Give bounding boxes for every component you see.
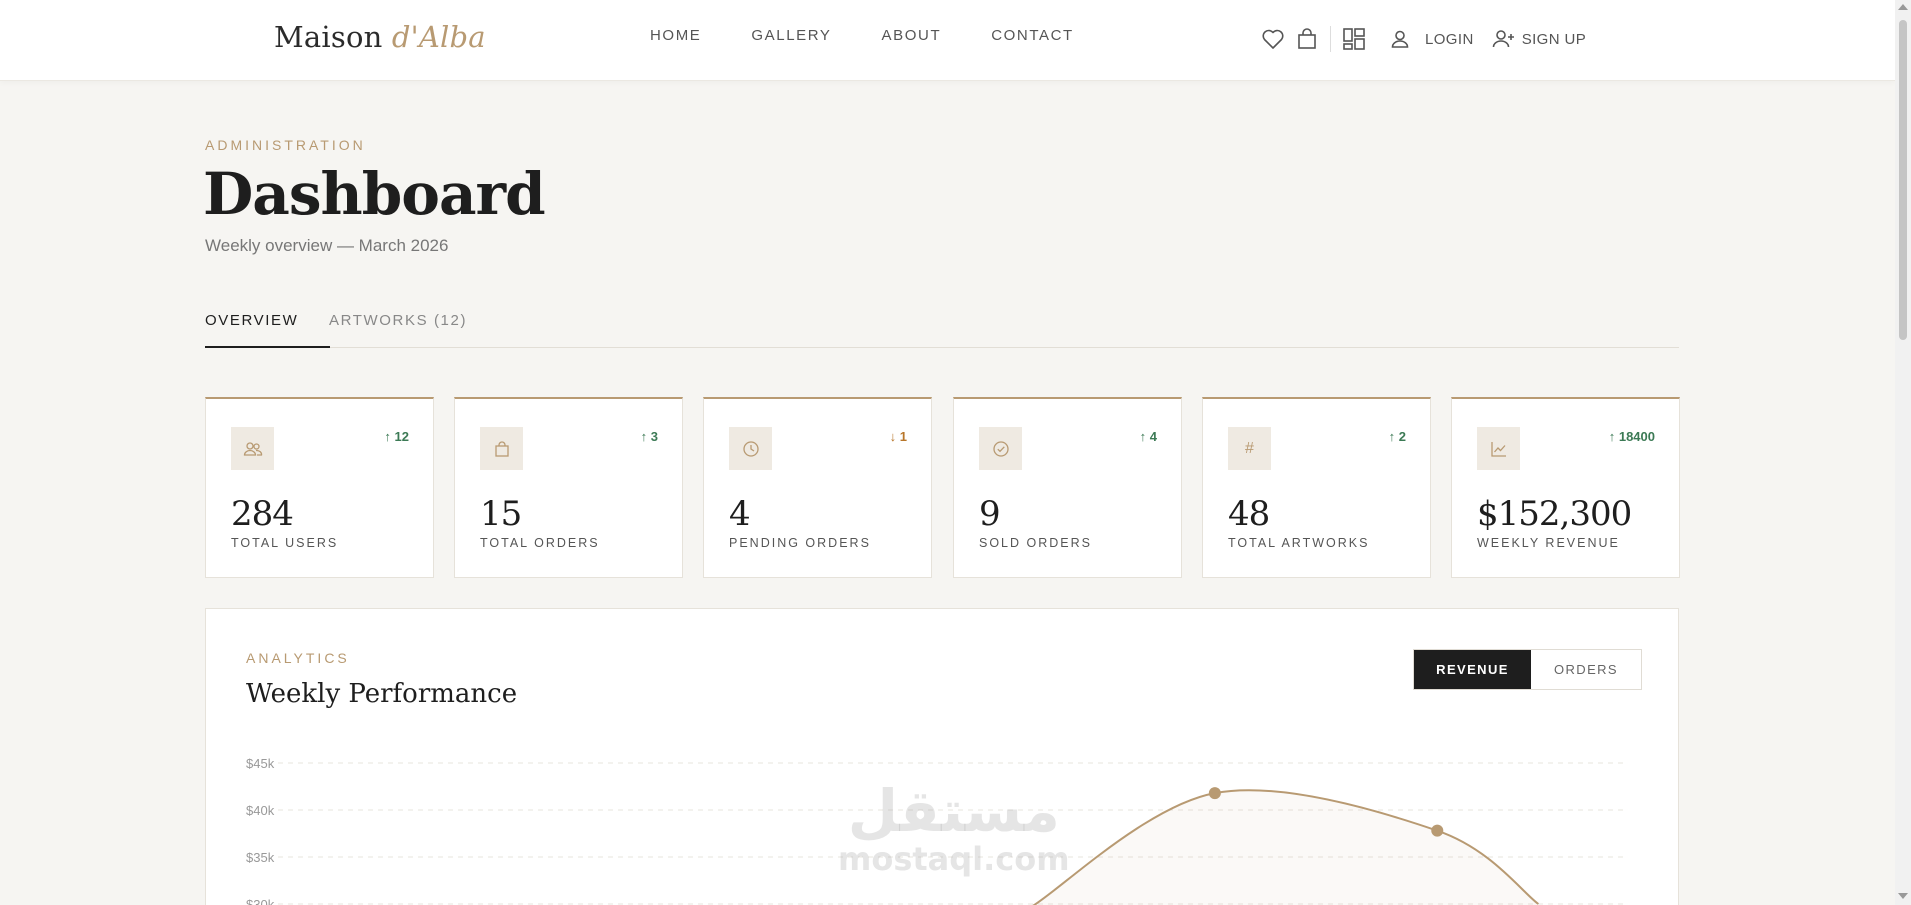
stat-value: 15 — [480, 494, 522, 534]
y-tick-label: $35k — [246, 850, 275, 865]
users-icon — [231, 427, 274, 470]
data-point[interactable] — [1208, 787, 1221, 800]
signup-link[interactable]: SIGN UP — [1492, 29, 1586, 49]
stat-delta: ↑ 18400 — [1608, 429, 1655, 444]
stat-delta: ↑ 12 — [384, 429, 409, 444]
stat-value: $152,300 — [1477, 494, 1632, 534]
scroll-down-arrow-icon[interactable] — [1898, 893, 1908, 899]
login-link[interactable]: LOGIN — [1425, 31, 1474, 48]
page-eyebrow: ADMINISTRATION — [205, 137, 366, 153]
nav-gallery[interactable]: GALLERY — [751, 27, 831, 44]
stat-label: WEEKLY REVENUE — [1477, 536, 1620, 550]
stat-value: 284 — [231, 494, 294, 534]
stat-card-total-artworks: # ↑ 2 48 TOTAL ARTWORKS — [1202, 397, 1431, 578]
y-tick-label: $30k — [246, 897, 275, 905]
signup-label: SIGN UP — [1521, 30, 1587, 48]
bag-icon[interactable] — [1290, 22, 1324, 56]
stat-label: PENDING ORDERS — [729, 536, 871, 550]
stat-label: TOTAL USERS — [231, 536, 339, 550]
main-nav: HOME GALLERY ABOUT CONTACT — [650, 27, 1074, 44]
grid-icon[interactable] — [1337, 22, 1371, 56]
y-tick-label: $45k — [246, 756, 275, 771]
scroll-up-arrow-icon[interactable] — [1898, 4, 1908, 10]
stat-value: 9 — [979, 494, 1001, 534]
stat-label: TOTAL ARTWORKS — [1228, 536, 1370, 550]
login-label: LOGIN — [1425, 30, 1474, 48]
y-tick-label: $40k — [246, 803, 275, 818]
stat-card-total-users: ↑ 12 284 TOTAL USERS — [205, 397, 434, 578]
tab-overview[interactable]: OVERVIEW — [205, 312, 298, 329]
stat-card-total-orders: ↑ 3 15 TOTAL ORDERS — [454, 397, 683, 578]
header-actions: LOGIN SIGN UP — [1256, 22, 1586, 56]
page-subtitle: Weekly overview — March 2026 — [205, 236, 449, 255]
logo-main-text: Maison — [274, 20, 383, 54]
tab-artworks[interactable]: ARTWORKS (12) — [329, 312, 467, 329]
stat-delta: ↑ 4 — [1139, 429, 1157, 444]
heart-icon[interactable] — [1256, 22, 1290, 56]
top-navigation-bar: Maison d'Alba HOME GALLERY ABOUT CONTACT… — [0, 0, 1895, 81]
active-tab-indicator — [205, 346, 330, 348]
data-point[interactable] — [1431, 824, 1444, 837]
trend-icon — [1477, 427, 1520, 470]
nav-contact[interactable]: CONTACT — [991, 27, 1074, 44]
nav-home[interactable]: HOME — [650, 27, 701, 44]
user-plus-icon — [1492, 30, 1514, 48]
watermark-arabic: مستقل — [847, 777, 1060, 845]
stat-delta: ↑ 3 — [640, 429, 658, 444]
nav-about[interactable]: ABOUT — [882, 27, 942, 44]
mostaql-watermark: مستقل mostaql.com — [838, 780, 1070, 876]
stat-label: TOTAL ORDERS — [480, 536, 600, 550]
stat-label: SOLD ORDERS — [979, 536, 1092, 550]
header-divider — [1330, 26, 1331, 52]
watermark-latin: mostaql.com — [838, 840, 1070, 878]
stat-card-sold-orders: ↑ 4 9 SOLD ORDERS — [953, 397, 1182, 578]
brand-logo[interactable]: Maison d'Alba — [274, 20, 486, 54]
hash-icon: # — [1228, 427, 1271, 470]
scrollbar-thumb[interactable] — [1899, 20, 1907, 340]
dashboard-tabs: OVERVIEW ARTWORKS (12) — [205, 300, 1679, 348]
stat-delta: ↓ 1 — [889, 429, 907, 444]
logo-accent-text: d'Alba — [391, 20, 486, 54]
stat-delta: ↑ 2 — [1388, 429, 1406, 444]
page-scrollbar[interactable] — [1895, 0, 1911, 905]
check-circle-icon — [979, 427, 1022, 470]
bag-icon — [480, 427, 523, 470]
stat-card-pending-orders: ↓ 1 4 PENDING ORDERS — [703, 397, 932, 578]
stat-card-weekly-revenue: ↑ 18400 $152,300 WEEKLY REVENUE — [1451, 397, 1680, 578]
stat-value: 48 — [1228, 494, 1270, 534]
clock-icon — [729, 427, 772, 470]
page-title: Dashboard — [203, 160, 546, 228]
stat-value: 4 — [729, 494, 751, 534]
user-icon[interactable] — [1383, 22, 1417, 56]
